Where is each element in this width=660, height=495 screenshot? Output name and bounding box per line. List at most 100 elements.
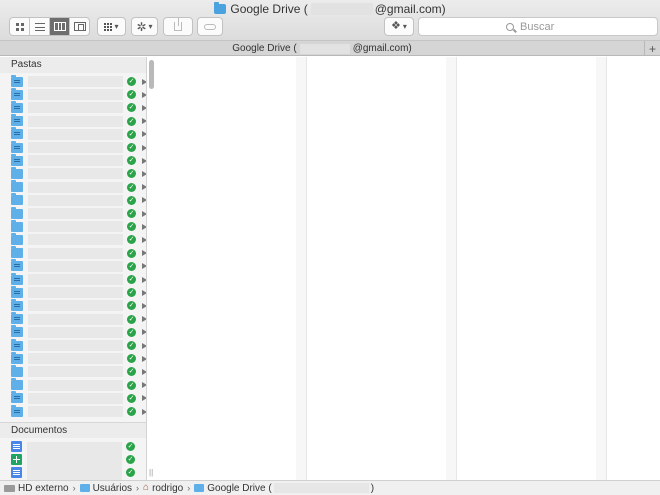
disclosure-arrow-icon[interactable] (142, 131, 146, 138)
folder-row[interactable]: ✓ (11, 338, 146, 352)
synced-check-icon: ✓ (127, 156, 136, 166)
disclosure-arrow-icon[interactable] (142, 91, 146, 98)
disclosure-arrow-icon[interactable] (142, 236, 146, 243)
disclosure-arrow-icon[interactable] (142, 395, 146, 402)
synced-check-icon: ✓ (127, 103, 136, 113)
folder-row[interactable]: ✓ (11, 364, 146, 378)
disclosure-arrow-icon[interactable] (142, 329, 146, 336)
folder-icon (11, 100, 23, 113)
disclosure-arrow-icon[interactable] (142, 302, 146, 309)
folder-row[interactable]: ✓ (11, 87, 146, 101)
folder-icon (11, 87, 23, 100)
folder-icon (11, 285, 23, 298)
redacted-folder-name (28, 115, 123, 127)
folder-row[interactable]: ✓ (11, 272, 146, 286)
action-button[interactable]: ✲ ▾ (131, 17, 158, 36)
path-item-hd-externo[interactable]: HD externo (4, 483, 69, 494)
sidebar-scrollbar[interactable] (149, 60, 154, 89)
synced-check-icon: ✓ (127, 129, 136, 139)
cover-flow-button[interactable] (70, 18, 89, 35)
folder-row[interactable]: ✓ (11, 285, 146, 299)
disclosure-arrow-icon[interactable] (142, 316, 146, 323)
column-pane[interactable] (456, 57, 596, 480)
column-view-button[interactable] (50, 18, 70, 35)
redacted-folder-name (28, 76, 123, 87)
folder-row[interactable]: ✓ (11, 325, 146, 339)
path-separator: › (187, 483, 191, 493)
gear-icon: ✲ (136, 19, 147, 34)
disclosure-arrow-icon[interactable] (142, 250, 146, 257)
redacted-folder-name (28, 247, 123, 259)
disclosure-arrow-icon[interactable] (142, 197, 146, 204)
folder-row[interactable]: ✓ (11, 259, 146, 273)
document-row[interactable]: ✓ (11, 453, 146, 466)
folder-row[interactable]: ✓ (11, 180, 146, 194)
disclosure-arrow-icon[interactable] (142, 144, 146, 151)
folder-row[interactable]: ✓ (11, 127, 146, 141)
tag-button[interactable] (197, 17, 223, 36)
search-field[interactable] (418, 17, 658, 36)
folder-row[interactable]: ✓ (11, 351, 146, 365)
path-item-usuarios[interactable]: Usuários (79, 483, 132, 494)
disclosure-arrow-icon[interactable] (142, 289, 146, 296)
disclosure-arrow-icon[interactable] (142, 157, 146, 164)
folder-row[interactable]: ✓ (11, 206, 146, 220)
share-button[interactable] (163, 17, 193, 36)
tab-google-drive[interactable]: Google Drive ( @gmail.com) (0, 41, 644, 56)
disclosure-arrow-icon[interactable] (142, 78, 146, 85)
disclosure-arrow-icon[interactable] (142, 263, 146, 270)
redacted-folder-name (28, 326, 123, 338)
synced-check-icon: ✓ (126, 468, 135, 477)
arrange-button[interactable]: ▾ (97, 17, 126, 36)
folder-icon (194, 484, 205, 492)
disclosure-arrow-icon[interactable] (142, 118, 146, 125)
dropbox-button[interactable]: ❖ ▾ (384, 17, 414, 36)
path-item-rodrigo[interactable]: ⌂ rodrigo (143, 483, 183, 494)
folder-row[interactable]: ✓ (11, 391, 146, 405)
disclosure-arrow-icon[interactable] (142, 408, 146, 415)
folder-row[interactable]: ✓ (11, 219, 146, 233)
path-item-tail: ) (370, 482, 375, 494)
disclosure-arrow-icon[interactable] (142, 104, 146, 111)
disclosure-arrow-icon[interactable] (142, 368, 146, 375)
column-pane[interactable] (306, 57, 446, 480)
folder-icon (11, 180, 23, 193)
icon-view-button[interactable] (10, 18, 30, 35)
disclosure-arrow-icon[interactable] (142, 342, 146, 349)
folder-row[interactable]: ✓ (11, 140, 146, 154)
folder-row[interactable]: ✓ (11, 232, 146, 246)
folder-row[interactable]: ✓ (11, 114, 146, 128)
folder-row[interactable]: ✓ (11, 74, 146, 88)
folder-icon (79, 484, 90, 492)
synced-check-icon: ✓ (127, 393, 136, 403)
document-row[interactable]: ✓ (11, 466, 146, 479)
search-input[interactable] (520, 20, 570, 33)
column-resize-handle[interactable]: || (149, 468, 153, 477)
disclosure-arrow-icon[interactable] (142, 223, 146, 230)
redacted-folder-name (28, 208, 123, 219)
path-item-google-drive[interactable]: Google Drive ( ) (194, 483, 374, 494)
column-pane[interactable] (606, 57, 660, 480)
folder-row[interactable]: ✓ (11, 166, 146, 180)
synced-check-icon: ✓ (127, 235, 136, 245)
document-row[interactable]: ✓ (11, 440, 146, 453)
disclosure-arrow-icon[interactable] (142, 170, 146, 177)
disclosure-arrow-icon[interactable] (142, 355, 146, 362)
disclosure-arrow-icon[interactable] (142, 210, 146, 217)
folder-row[interactable]: ✓ (11, 193, 146, 207)
folder-row[interactable]: ✓ (11, 378, 146, 392)
folder-row[interactable]: ✓ (11, 298, 146, 312)
disclosure-arrow-icon[interactable] (142, 184, 146, 191)
folder-row[interactable]: ✓ (11, 153, 146, 167)
folder-icon (11, 206, 23, 219)
disclosure-arrow-icon[interactable] (142, 382, 146, 389)
folder-row[interactable]: ✓ (11, 246, 146, 260)
folder-row[interactable]: ✓ (11, 404, 146, 418)
redacted-email (273, 483, 369, 493)
folder-row[interactable]: ✓ (11, 100, 146, 114)
disclosure-arrow-icon[interactable] (142, 276, 146, 283)
new-tab-button[interactable]: + (644, 41, 660, 56)
folder-row[interactable]: ✓ (11, 312, 146, 326)
redacted-folder-name (28, 260, 123, 272)
list-view-button[interactable] (30, 18, 50, 35)
